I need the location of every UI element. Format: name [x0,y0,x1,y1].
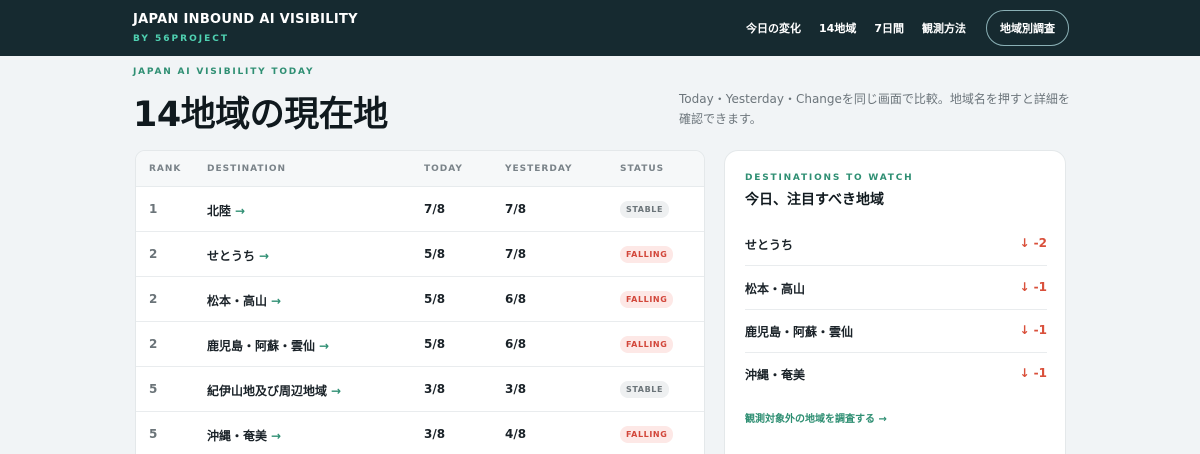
yesterday-cell: 7/8 [505,202,527,216]
ranking-table: RANK DESTINATION TODAY YESTERDAY STATUS … [135,150,705,454]
table-row[interactable]: 5 沖縄・奄美 → 3/8 4/8 FALLING [136,412,704,454]
table-row[interactable]: 1 北陸 → 7/8 7/8 STABLE [136,187,704,232]
arrow-right-icon: → [271,429,282,443]
destination-link[interactable]: 沖縄・奄美 → [207,427,281,444]
today-cell: 3/8 [424,382,446,396]
yesterday-cell: 7/8 [505,247,527,261]
column-header-status: STATUS [620,164,665,174]
today-cell: 5/8 [424,292,446,306]
today-cell: 3/8 [424,427,446,441]
yesterday-cell: 6/8 [505,337,527,351]
rank-cell: 5 [149,427,158,441]
watch-eyebrow: DESTINATIONS TO WATCH [745,173,914,183]
today-cell: 7/8 [424,202,446,216]
arrow-right-icon: → [331,384,342,398]
destination-link[interactable]: 鹿児島・阿蘇・雲仙 → [207,337,329,354]
rank-cell: 2 [149,337,158,351]
brand[interactable]: JAPAN INBOUND AI VISIBILITY BY 56PROJECT [133,12,358,44]
destinations-to-watch-card: DESTINATIONS TO WATCH 今日、注目すべき地域 せとうち ↓ … [724,150,1066,454]
yesterday-cell: 3/8 [505,382,527,396]
watch-item-name: 沖縄・奄美 [745,368,806,382]
destination-name: 北陸 [207,204,232,218]
change-delta: ↓ -1 [1019,280,1047,294]
today-cell: 5/8 [424,337,446,351]
destination-link[interactable]: 松本・高山 → [207,292,281,309]
nav-link-today-changes[interactable]: 今日の変化 [746,20,801,36]
status-badge: FALLING [620,291,674,308]
status-badge: STABLE [620,381,670,398]
watch-item-name: せとうち [745,238,794,252]
watch-title: 今日、注目すべき地域 [745,192,885,208]
watch-item-name: 鹿児島・阿蘇・雲仙 [745,325,854,339]
table-row[interactable]: 2 鹿児島・阿蘇・雲仙 → 5/8 6/8 FALLING [136,322,704,367]
watch-item-name: 松本・高山 [745,282,806,296]
rank-cell: 2 [149,247,158,261]
regional-survey-button[interactable]: 地域別調査 [986,10,1069,46]
arrow-right-icon: → [235,204,246,218]
rank-cell: 2 [149,292,158,306]
brand-subtitle: BY 56PROJECT [133,34,229,44]
arrow-right-icon: → [271,294,282,308]
table-row[interactable]: 2 せとうち → 5/8 7/8 FALLING [136,232,704,277]
destination-name: 沖縄・奄美 [207,429,268,443]
brand-title: JAPAN INBOUND AI VISIBILITY [133,12,358,27]
top-navigation-bar: JAPAN INBOUND AI VISIBILITY BY 56PROJECT… [0,0,1200,56]
nav-link-14-regions[interactable]: 14地域 [819,20,856,36]
watch-list-item[interactable]: 沖縄・奄美 ↓ -1 [745,352,1047,396]
status-badge: FALLING [620,246,674,263]
destination-name: 鹿児島・阿蘇・雲仙 [207,339,316,353]
survey-unobserved-regions-link[interactable]: 観測対象外の地域を調査する → [745,410,887,425]
arrow-right-icon: → [259,249,270,263]
table-header: RANK DESTINATION TODAY YESTERDAY STATUS [136,151,704,187]
yesterday-cell: 6/8 [505,292,527,306]
watch-list-item[interactable]: 鹿児島・阿蘇・雲仙 ↓ -1 [745,309,1047,353]
destination-link[interactable]: 紀伊山地及び周辺地域 → [207,382,341,399]
change-delta: ↓ -1 [1019,323,1047,337]
page-title: 14地域の現在地 [133,95,388,135]
arrow-right-icon: → [319,339,330,353]
status-badge: STABLE [620,201,670,218]
destination-link[interactable]: せとうち → [207,247,269,264]
watch-list-item[interactable]: 松本・高山 ↓ -1 [745,266,1047,310]
rank-cell: 5 [149,382,158,396]
destination-name: せとうち [207,249,256,263]
column-header-yesterday: YESTERDAY [505,164,573,174]
destination-name: 紀伊山地及び周辺地域 [207,384,328,398]
destination-name: 松本・高山 [207,294,268,308]
table-row[interactable]: 5 紀伊山地及び周辺地域 → 3/8 3/8 STABLE [136,367,704,412]
today-cell: 5/8 [424,247,446,261]
yesterday-cell: 4/8 [505,427,527,441]
change-delta: ↓ -1 [1019,366,1047,380]
main-nav: 今日の変化 14地域 7日間 観測方法 地域別調査 [746,10,1069,46]
change-delta: ↓ -2 [1019,236,1047,250]
table-row[interactable]: 2 松本・高山 → 5/8 6/8 FALLING [136,277,704,322]
column-header-destination: DESTINATION [207,164,287,174]
status-badge: FALLING [620,336,674,353]
status-badge: FALLING [620,426,674,443]
section-eyebrow: JAPAN AI VISIBILITY TODAY [133,67,315,77]
nav-link-methodology[interactable]: 観測方法 [922,20,966,36]
intro-description: Today・Yesterday・Changeを同じ画面で比較。地域名を押すと詳細… [679,92,1070,126]
rank-cell: 1 [149,202,158,216]
watch-list-item[interactable]: せとうち ↓ -2 [745,222,1047,266]
column-header-rank: RANK [149,164,182,174]
destination-link[interactable]: 北陸 → [207,202,245,219]
nav-link-7-days[interactable]: 7日間 [874,20,904,36]
column-header-today: TODAY [424,164,463,174]
